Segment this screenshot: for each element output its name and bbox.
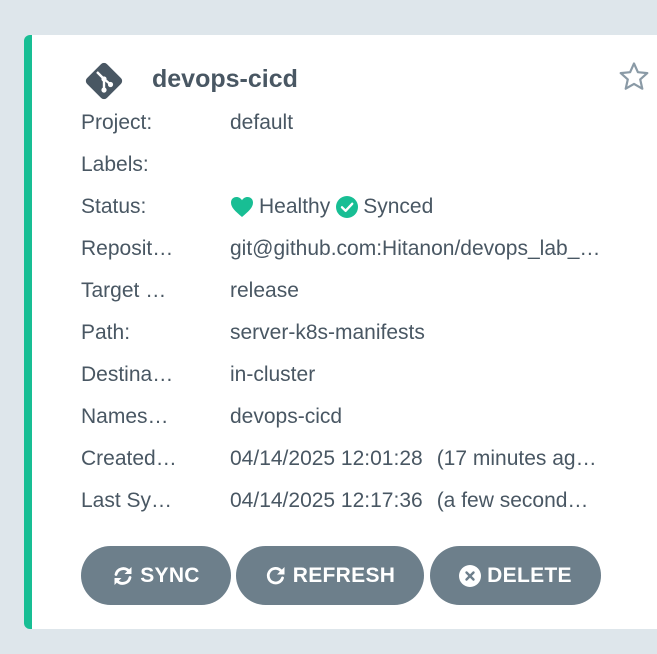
sync-button[interactable]: SYNC xyxy=(81,546,231,605)
last-sync-time: 04/14/2025 12:17:36 xyxy=(230,489,423,512)
detail-row-last-sync: Last Sy… 04/14/2025 12:17:36 (a few secon… xyxy=(81,487,651,515)
detail-label: Labels: xyxy=(81,153,149,176)
application-card[interactable]: devops-cicd Project: default Labels: Sta… xyxy=(24,35,657,629)
delete-button-label: DELETE xyxy=(487,563,572,587)
detail-row-repository: Reposit… git@github.com:Hitanon/devops_l… xyxy=(81,235,651,263)
status-value: Healthy Synced xyxy=(230,193,626,221)
detail-label: Reposit… xyxy=(81,237,174,260)
detail-row-created: Created… 04/14/2025 12:01:28 (17 minutes … xyxy=(81,445,651,473)
refresh-button[interactable]: REFRESH xyxy=(236,546,424,605)
git-diamond-icon xyxy=(85,62,123,100)
check-circle-icon xyxy=(336,196,359,218)
app-name[interactable]: devops-cicd xyxy=(152,65,298,94)
created-value: 04/14/2025 12:01:28 (17 minutes ag… xyxy=(230,445,626,473)
created-time: 04/14/2025 12:01:28 xyxy=(230,447,423,470)
detail-row-project: Project: default xyxy=(81,109,651,137)
detail-value: in-cluster xyxy=(230,363,316,386)
detail-label: Names… xyxy=(81,405,169,428)
heart-icon xyxy=(231,197,253,217)
detail-row-destination: Destina… in-cluster xyxy=(81,361,651,389)
refresh-icon xyxy=(266,566,285,584)
detail-label: Created… xyxy=(81,447,177,470)
health-status-text: Healthy xyxy=(259,195,331,218)
sync-status-text: Synced xyxy=(363,195,434,218)
sync-button-label: SYNC xyxy=(140,563,200,587)
detail-value: default xyxy=(230,111,294,134)
detail-value: release xyxy=(230,279,299,302)
detail-label: Status: xyxy=(81,195,147,218)
detail-label: Last Sy… xyxy=(81,489,173,512)
created-relative: (17 minutes ag… xyxy=(436,447,597,470)
last-sync-value: 04/14/2025 12:17:36 (a few second… xyxy=(230,487,626,515)
repository-link[interactable]: git@github.com:Hitanon/devops_lab_… xyxy=(230,235,626,263)
detail-value: server-k8s-manifests xyxy=(230,321,425,344)
detail-label: Project: xyxy=(81,111,153,134)
detail-row-namespace: Names… devops-cicd xyxy=(81,403,651,431)
last-sync-relative: (a few second… xyxy=(436,489,589,512)
detail-label: Target … xyxy=(81,279,167,302)
delete-button[interactable]: DELETE xyxy=(430,546,601,605)
app-title-row: devops-cicd xyxy=(82,59,642,101)
x-circle-icon xyxy=(459,564,482,587)
refresh-button-label: REFRESH xyxy=(292,563,396,587)
detail-row-status: Status: Healthy Synced xyxy=(81,193,651,221)
detail-value: devops-cicd xyxy=(230,405,343,428)
detail-row-labels: Labels: xyxy=(81,151,651,179)
sync-arrows-icon xyxy=(114,566,132,585)
star-outline-icon[interactable] xyxy=(618,61,650,93)
detail-row-target: Target … release xyxy=(81,277,651,305)
detail-row-path: Path: server-k8s-manifests xyxy=(81,319,651,347)
detail-label: Destina… xyxy=(81,363,174,386)
detail-label: Path: xyxy=(81,321,131,344)
